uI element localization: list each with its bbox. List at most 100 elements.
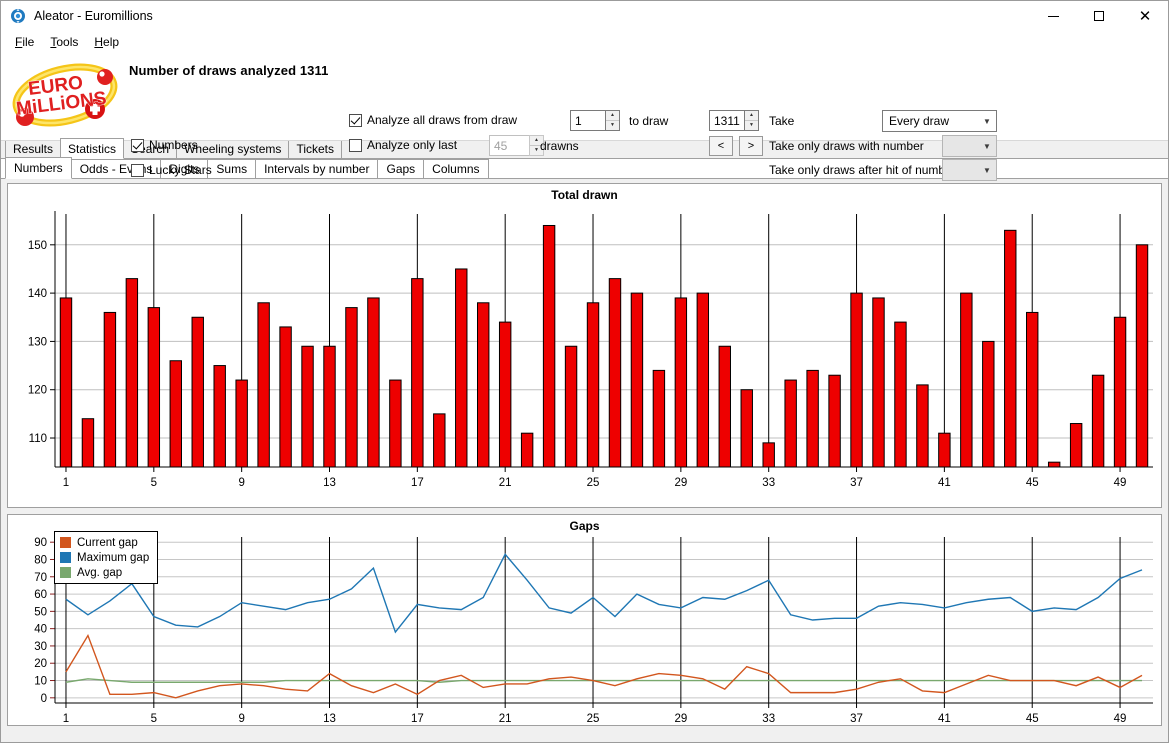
svg-text:49: 49 — [1114, 477, 1127, 489]
subtab-columns[interactable]: Columns — [423, 159, 489, 178]
svg-text:37: 37 — [850, 713, 863, 725]
to-draw-spin-buttons[interactable] — [744, 110, 759, 131]
svg-text:17: 17 — [411, 477, 424, 489]
svg-text:1: 1 — [63, 477, 69, 489]
to-draw-label: to draw — [629, 114, 669, 128]
take-after-hit-label: Take only draws after hit of number — [769, 163, 956, 177]
checkbox-analyze-only-last-box[interactable] — [349, 138, 362, 152]
to-draw-input[interactable]: 1311 — [709, 110, 744, 131]
drawns-label: drawns — [540, 139, 579, 153]
gaps-chart: 0 10 20 30 40 50 60 70 80 90 1 5 9 13 17 21 25 29 33 37 41 45… — [34, 537, 1153, 725]
subtab-sums[interactable]: Sums — [207, 159, 257, 178]
from-draw-down-icon[interactable] — [606, 121, 619, 130]
checkbox-lucky-stars-label: Lucky Stars — [149, 163, 212, 177]
svg-text:25: 25 — [587, 713, 600, 725]
legend-swatch-icon — [60, 552, 71, 563]
to-draw-up-icon[interactable] — [745, 111, 758, 121]
legend-item: Maximum gap — [60, 550, 149, 565]
title-bar: Aleator - Euromillions ✕ — [1, 1, 1168, 31]
svg-text:45: 45 — [1026, 477, 1039, 489]
tab-statistics[interactable]: Statistics — [60, 138, 125, 159]
chevron-down-icon: ▼ — [983, 116, 991, 126]
menu-file[interactable]: File — [7, 33, 42, 51]
total-drawn-chart-panel: Total drawn 110 120 130 140 150 1 5 9 13 17 21 25 29… — [7, 183, 1162, 508]
menu-tools[interactable]: Tools — [42, 33, 86, 51]
checkbox-analyze-all-label: Analyze all draws from draw — [367, 113, 518, 127]
take-select[interactable]: Every draw ▼ — [882, 110, 997, 132]
app-window: Aleator - Euromillions ✕ File Tools Help — [0, 0, 1169, 743]
close-button[interactable]: ✕ — [1122, 1, 1168, 31]
gaps-legend: Current gap Maximum gap Avg. gap — [54, 531, 159, 584]
svg-text:29: 29 — [674, 713, 687, 725]
window-controls: ✕ — [1030, 1, 1168, 31]
take-select-value: Every draw — [889, 114, 950, 128]
total-drawn-chart: 110 120 130 140 150 1 5 9 13 17 21 25 29 33 37 41 45 49 — [28, 211, 1153, 489]
legend-item: Current gap — [60, 535, 149, 550]
next-draw-button[interactable]: > — [739, 136, 763, 156]
to-draw-down-icon[interactable] — [745, 121, 758, 130]
close-icon: ✕ — [1138, 6, 1152, 25]
svg-text:9: 9 — [238, 477, 244, 489]
checkbox-numbers-box[interactable] — [131, 138, 144, 152]
svg-text:20: 20 — [34, 658, 47, 670]
draw-nav-buttons: < > — [709, 136, 763, 156]
svg-text:17: 17 — [411, 713, 424, 725]
svg-text:41: 41 — [938, 713, 951, 725]
svg-text:9: 9 — [238, 713, 244, 725]
menu-tools-rest: ools — [56, 35, 79, 49]
charts-area: Total drawn 110 120 130 140 150 1 5 9 13 17 21 25 29… — [1, 179, 1168, 732]
menu-bar: File Tools Help — [1, 31, 1168, 53]
take-label: Take — [769, 114, 795, 128]
checkbox-lucky-stars-box[interactable] — [131, 163, 144, 177]
checkbox-analyze-only-last[interactable]: Analyze only last — [349, 138, 457, 152]
svg-text:70: 70 — [34, 572, 47, 584]
svg-text:90: 90 — [34, 537, 47, 549]
svg-text:33: 33 — [762, 713, 775, 725]
legend-swatch-icon — [60, 567, 71, 578]
to-draw-spinner[interactable]: 1311 — [709, 110, 759, 131]
checkbox-lucky-stars[interactable]: Lucky Stars — [131, 163, 212, 177]
window-title: Aleator - Euromillions — [34, 9, 153, 23]
checkbox-analyze-all[interactable]: Analyze all draws from draw — [349, 113, 517, 127]
svg-text:29: 29 — [674, 477, 687, 489]
menu-help[interactable]: Help — [86, 33, 127, 51]
only-last-spinner[interactable]: 45 — [489, 135, 544, 156]
svg-text:40: 40 — [34, 624, 47, 636]
svg-text:49: 49 — [1114, 713, 1127, 725]
from-draw-input[interactable]: 1 — [570, 110, 605, 131]
euromillions-logo: EURO MiLLiONS — [9, 59, 121, 131]
take-after-hit-select[interactable]: ▼ — [942, 159, 997, 181]
svg-text:25: 25 — [587, 477, 600, 489]
svg-text:5: 5 — [151, 713, 157, 725]
subtab-intervals-by-number[interactable]: Intervals by number — [255, 159, 379, 178]
prev-draw-button[interactable]: < — [709, 136, 733, 156]
svg-text:13: 13 — [323, 477, 336, 489]
from-draw-spinner[interactable]: 1 — [570, 110, 620, 131]
tab-tickets[interactable]: Tickets — [288, 140, 342, 158]
maximize-icon — [1094, 11, 1104, 21]
minimize-button[interactable] — [1030, 1, 1076, 31]
checkbox-analyze-all-box[interactable] — [349, 113, 362, 127]
svg-text:21: 21 — [499, 713, 512, 725]
only-last-input[interactable]: 45 — [489, 135, 529, 156]
gaps-chart-panel: Gaps 0 10 20 30 40 50 60 70 80 90 1 5 9 13 17 21 25 29 33 3… — [7, 514, 1162, 726]
svg-text:150: 150 — [28, 240, 47, 252]
maximize-button[interactable] — [1076, 1, 1122, 31]
take-with-number-select[interactable]: ▼ — [942, 135, 997, 157]
checkbox-numbers[interactable]: Numbers — [131, 138, 198, 152]
svg-text:130: 130 — [28, 336, 47, 348]
from-draw-up-icon[interactable] — [606, 111, 619, 121]
svg-text:5: 5 — [151, 477, 157, 489]
tab-results[interactable]: Results — [5, 140, 62, 158]
subtab-numbers[interactable]: Numbers — [5, 157, 72, 179]
svg-text:50: 50 — [34, 606, 47, 618]
app-icon — [10, 8, 26, 24]
subtab-gaps[interactable]: Gaps — [377, 159, 425, 178]
svg-text:33: 33 — [762, 477, 775, 489]
svg-text:60: 60 — [34, 589, 47, 601]
chevron-down-icon: ▼ — [983, 141, 991, 151]
from-draw-spin-buttons[interactable] — [605, 110, 620, 131]
options-panel: EURO MiLLiONS Number of draws analyzed 1… — [1, 53, 1168, 181]
draws-analyzed-label: Number of draws analyzed 1311 — [129, 63, 329, 78]
chevron-down-icon: ▼ — [983, 165, 991, 175]
